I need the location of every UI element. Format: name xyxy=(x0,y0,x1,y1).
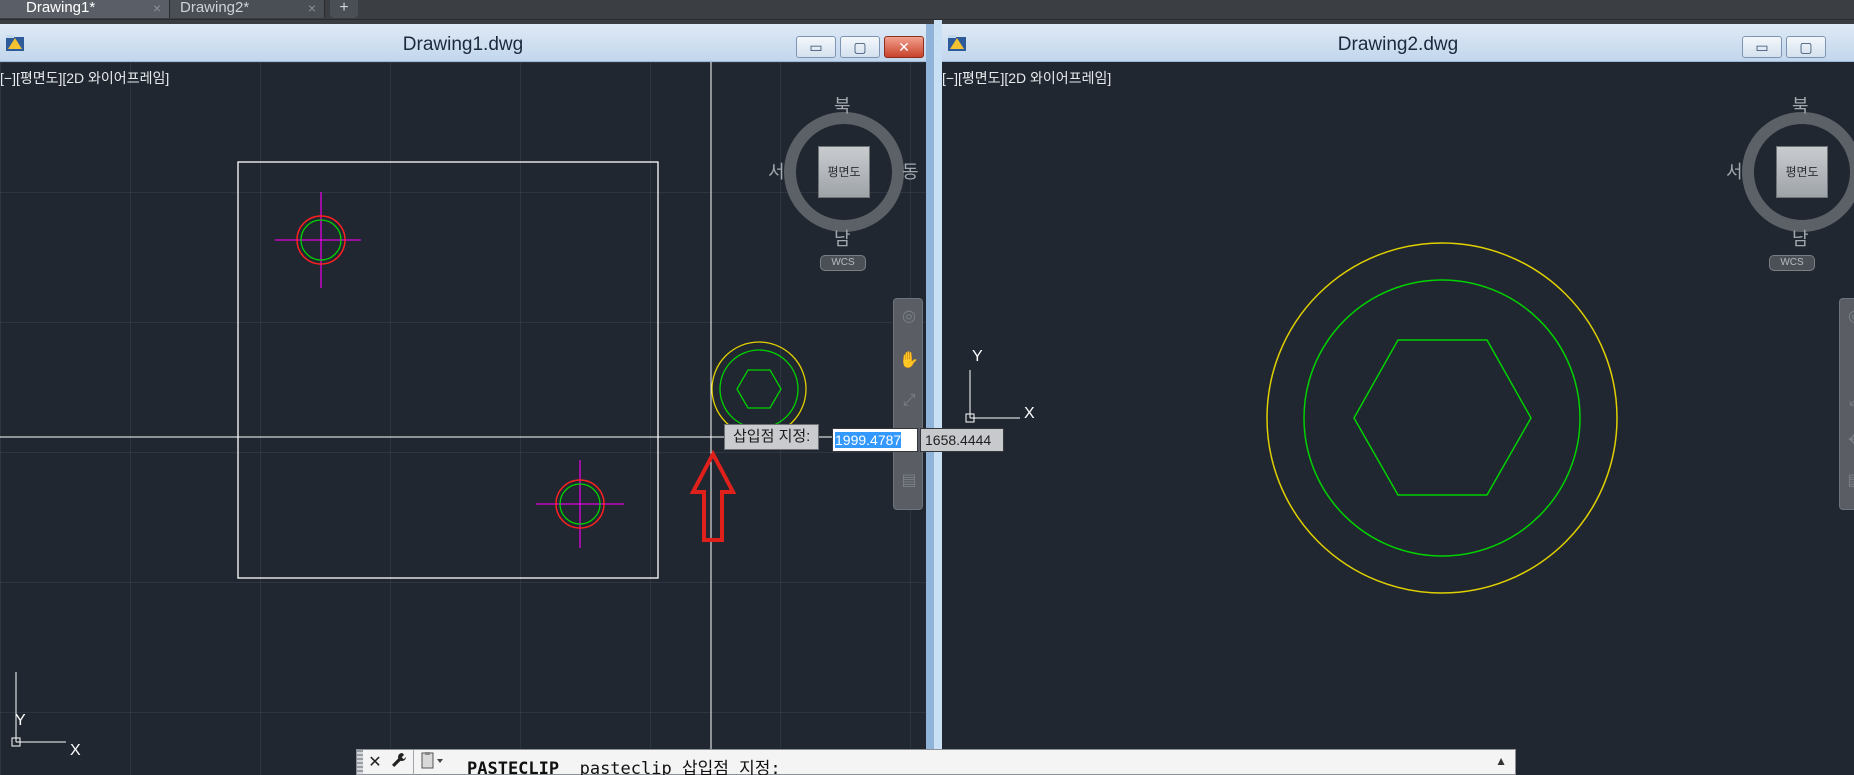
red-up-arrow-annotation xyxy=(689,449,737,542)
ucs-y-label: Y xyxy=(972,348,983,365)
close-button[interactable]: ✕ xyxy=(884,36,924,58)
window-title: Drawing2.dwg xyxy=(1337,34,1459,55)
dynamic-input-x-value: 1999.4787 xyxy=(835,432,902,448)
ucs-x-label: X xyxy=(70,742,81,759)
compass-north[interactable]: 북 xyxy=(1792,92,1809,118)
viewcube-face-top[interactable]: 평면도 xyxy=(1776,146,1828,198)
showmotion-icon[interactable]: ▤ xyxy=(1845,471,1854,491)
divider xyxy=(413,750,414,775)
command-prompt-text[interactable]: PASTECLIP pasteclip 삽입점 지정: xyxy=(467,754,781,775)
window-title: Drawing1.dwg xyxy=(402,34,524,55)
orbit-icon[interactable]: ✥ xyxy=(1845,431,1854,451)
compass-east[interactable]: 동 xyxy=(902,158,919,184)
autocad-workspace: Drawing1* × Drawing2* × + Drawing1.dwg ▭… xyxy=(0,0,1854,775)
viewcube[interactable]: 평면도 북 남 서 동 xyxy=(1726,92,1854,252)
dynamic-input-y-field[interactable]: 1658.4444 xyxy=(920,428,1004,452)
zoom-extents-icon[interactable]: ⤢ xyxy=(1845,391,1854,411)
drawing-window-1[interactable]: Drawing1.dwg ▭ ▢ ✕ Y X 평면도 북 남 서 동 WCS ◎… xyxy=(0,24,934,775)
tab-drawing2[interactable]: Drawing2* × xyxy=(170,0,325,18)
command-name: PASTECLIP xyxy=(467,759,560,775)
ucs-x-label: X xyxy=(1024,405,1035,422)
minimize-button[interactable]: ▭ xyxy=(1742,36,1782,58)
viewcube-face-top[interactable]: 평면도 xyxy=(818,146,870,198)
tab-drawing1[interactable]: Drawing1* × xyxy=(0,0,170,18)
maximize-button[interactable]: ▢ xyxy=(1786,36,1826,58)
model-space-canvas[interactable]: Y X 평면도 북 남 서 동 WCS ◎ ⤢ ✥ ▤ xyxy=(942,62,1854,775)
steering-wheel-icon[interactable]: ◎ xyxy=(899,307,919,327)
showmotion-icon[interactable]: ▤ xyxy=(899,471,919,491)
rectangle-plate xyxy=(237,161,659,579)
ucs-icon xyxy=(11,672,66,747)
pan-hand-icon[interactable]: ✋ xyxy=(899,351,919,371)
recent-commands-icon[interactable] xyxy=(421,752,447,772)
dynamic-input-prompt: 삽입점 지정: xyxy=(724,424,820,450)
minimize-button[interactable]: ▭ xyxy=(796,36,836,58)
close-icon[interactable]: ✕ xyxy=(367,752,383,772)
window-titlebar[interactable]: Drawing2.dwg ▭ ▢ xyxy=(942,24,1854,62)
command-line[interactable]: ✕ PASTECLIP pasteclip 삽입점 지정: ▲ xyxy=(356,749,1516,775)
steering-wheel-icon[interactable]: ◎ xyxy=(1845,307,1854,327)
document-tab-strip: Drawing1* × Drawing2* × + xyxy=(0,0,1854,20)
model-space-canvas[interactable]: Y X 평면도 북 남 서 동 WCS ◎ ✋ ⤢ ✥ ▤ xyxy=(0,62,926,775)
navigation-bar[interactable]: ◎ ✋ ⤢ ✥ ▤ xyxy=(893,298,923,510)
bolt-head xyxy=(1266,242,1618,594)
wcs-menu-button[interactable]: WCS xyxy=(1769,255,1815,271)
maximize-button[interactable]: ▢ xyxy=(840,36,880,58)
ucs-y-label: Y xyxy=(15,712,26,729)
zoom-extents-icon[interactable]: ⤢ xyxy=(899,391,919,411)
navigation-bar[interactable]: ◎ ⤢ ✥ ▤ xyxy=(1839,298,1854,510)
compass-south[interactable]: 남 xyxy=(834,225,851,251)
viewport-controls-label[interactable]: [−][평면도][2D 와이어프레임] xyxy=(0,68,169,88)
viewcube[interactable]: 평면도 북 남 서 동 xyxy=(768,92,919,252)
drawing-window-2[interactable]: Drawing2.dwg ▭ ▢ Y X 평면도 북 남 서 WCS [−][평… xyxy=(942,24,1854,775)
pasted-bolt-preview xyxy=(711,341,807,437)
compass-west[interactable]: 서 xyxy=(1726,158,1743,184)
compass-south[interactable]: 남 xyxy=(1792,225,1809,251)
new-tab-button[interactable]: + xyxy=(330,0,358,18)
tab-label: Drawing1* xyxy=(26,0,96,16)
tab-close-icon[interactable]: × xyxy=(308,0,316,16)
hole-bottom-right xyxy=(536,460,624,548)
command-prompt: pasteclip 삽입점 지정: xyxy=(559,759,781,775)
command-history-up-icon[interactable]: ▲ xyxy=(1495,754,1507,768)
wcs-menu-button[interactable]: WCS xyxy=(820,255,866,271)
tab-close-icon[interactable]: × xyxy=(153,0,161,16)
ucs-icon xyxy=(965,370,1020,423)
command-line-grip[interactable] xyxy=(357,750,363,775)
hole-top-left xyxy=(275,192,361,288)
wrench-icon[interactable] xyxy=(391,752,409,772)
drawing-geometry xyxy=(965,242,1618,594)
window-divider xyxy=(934,20,942,775)
window-titlebar[interactable]: Drawing1.dwg ▭ ▢ ✕ xyxy=(0,24,926,62)
tab-label: Drawing2* xyxy=(180,0,250,16)
compass-west[interactable]: 서 xyxy=(768,158,785,184)
compass-north[interactable]: 북 xyxy=(834,92,851,118)
viewport-controls-label[interactable]: [−][평면도][2D 와이어프레임] xyxy=(942,68,1111,88)
dynamic-input-x-field[interactable]: 1999.4787 xyxy=(832,428,918,452)
